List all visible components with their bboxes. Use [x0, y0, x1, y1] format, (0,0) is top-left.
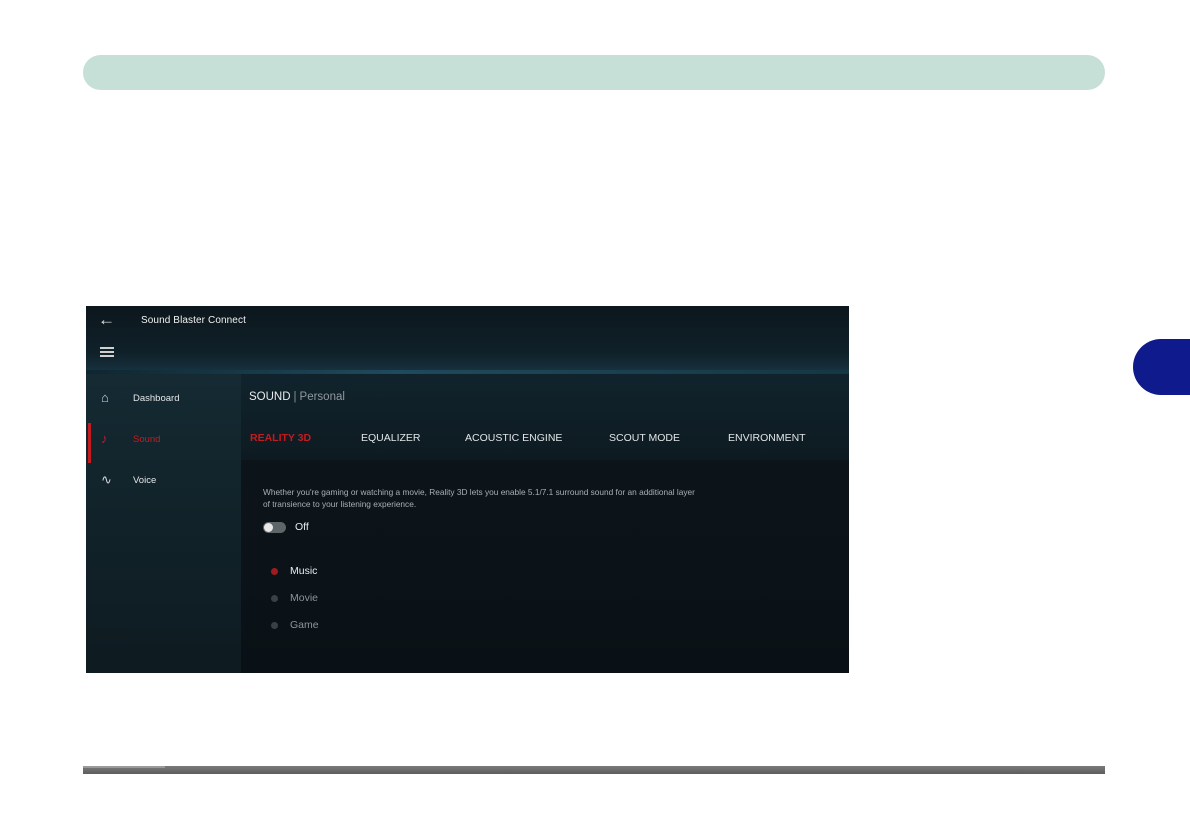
tab-scout-mode[interactable]: SCOUT MODE — [609, 432, 680, 444]
radio-button[interactable] — [271, 595, 278, 602]
reality-3d-panel: Whether you're gaming or watching a movi… — [241, 460, 849, 673]
arrow-left-icon[interactable]: ← — [98, 311, 118, 328]
sidebar-item-dashboard[interactable]: ⌂ Dashboard — [86, 384, 241, 414]
sidebar-item-label: Voice — [133, 475, 157, 486]
reality-3d-toggle[interactable] — [263, 522, 286, 533]
mode-radio-music[interactable]: Music — [271, 564, 391, 580]
tab-acoustic-engine[interactable]: ACOUSTIC ENGINE — [465, 432, 562, 444]
mode-label: Game — [290, 619, 319, 631]
mode-label: Movie — [290, 592, 319, 604]
sidebar-item-sound[interactable]: ♪ Sound — [86, 423, 241, 463]
voice-wave-icon: ∿ — [101, 472, 112, 487]
sidebar-item-label: Dashboard — [133, 393, 180, 404]
mode-radio-game[interactable]: Game — [271, 618, 391, 634]
footer-rule-highlight — [83, 766, 165, 768]
breadcrumb: SOUND | Personal — [249, 391, 345, 403]
hamburger-icon[interactable] — [100, 347, 114, 357]
breadcrumb-section: SOUND — [249, 391, 291, 403]
tab-equalizer[interactable]: EQUALIZER — [361, 432, 421, 444]
tab-reality-3d[interactable]: REALITY 3D — [250, 432, 311, 444]
page-header-bar — [83, 55, 1105, 90]
manual-page: ← Sound Blaster Connect ⌂ Dashboard ♪ So… — [0, 0, 1190, 838]
main-header: SOUND | Personal REALITY 3D EQUALIZER ACOU… — [241, 374, 849, 460]
mode-radio-movie[interactable]: Movie — [271, 591, 391, 607]
title-bar: ← Sound Blaster Connect — [86, 306, 849, 374]
tab-environment[interactable]: ENVIRONMENT — [728, 432, 806, 444]
home-icon: ⌂ — [101, 390, 109, 405]
sidebar-item-voice[interactable]: ∿ Voice — [86, 466, 241, 496]
radio-button[interactable] — [271, 568, 278, 575]
sound-blaster-connect-window: ← Sound Blaster Connect ⌂ Dashboard ♪ So… — [86, 306, 849, 673]
mode-label: Music — [290, 565, 318, 577]
tab-bar: REALITY 3D EQUALIZER ACOUSTIC ENGINE SCO… — [241, 432, 849, 452]
sidebar: ⌂ Dashboard ♪ Sound ∿ Voice — [86, 374, 241, 673]
toggle-state-label: Off — [295, 521, 309, 533]
breadcrumb-profile[interactable]: Personal — [300, 391, 345, 403]
page-footer-rule — [83, 766, 1105, 774]
music-note-icon: ♪ — [101, 431, 108, 446]
radio-button[interactable] — [271, 622, 278, 629]
breadcrumb-separator: | — [293, 391, 297, 403]
chapter-tab — [1133, 339, 1190, 395]
app-title: Sound Blaster Connect — [141, 315, 246, 326]
sidebar-item-label: Sound — [133, 434, 161, 445]
reality-3d-description: Whether you're gaming or watching a movi… — [263, 487, 695, 509]
